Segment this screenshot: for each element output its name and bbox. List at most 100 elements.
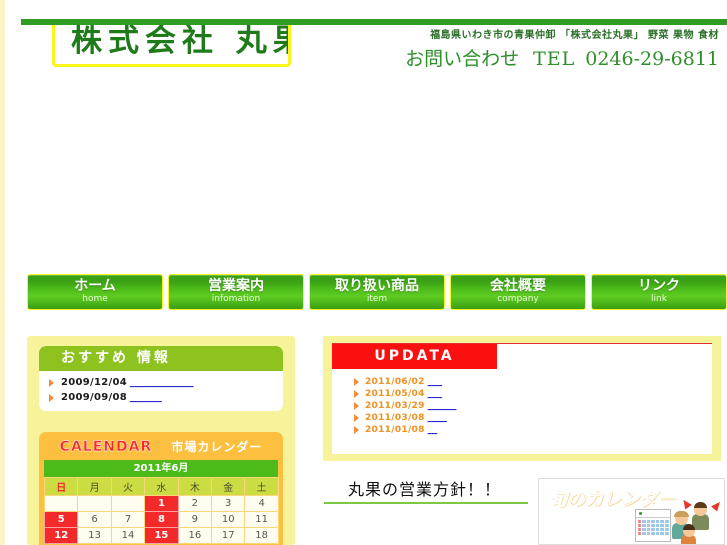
nav-item-item-label-ja: 取り扱い商品 bbox=[335, 278, 419, 294]
contact-label: お問い合わせ bbox=[405, 48, 520, 70]
updata-link[interactable]: ______ bbox=[428, 401, 457, 411]
updata-link[interactable]: ____ bbox=[428, 413, 447, 423]
triangle-bullet-icon bbox=[354, 378, 359, 386]
nav-item-link-label-en: link bbox=[651, 294, 667, 304]
list-item[interactable]: 2011/03/08 ____ bbox=[332, 412, 712, 424]
calendar-weekday-wed: 水 bbox=[144, 477, 179, 496]
nav-item-link-label-ja: リンク bbox=[638, 278, 680, 294]
updata-list: 2011/06/02 ___ 2011/05/04 ___ 2011/03/29… bbox=[332, 376, 712, 436]
nav-item-home-label-en: home bbox=[82, 294, 108, 304]
header-contact-row: お問い合わせ TEL 0246-29-6811 bbox=[405, 44, 719, 71]
nav-item-item[interactable]: 取り扱い商品 item bbox=[309, 274, 445, 310]
calendar-weekday-sun: 日 bbox=[43, 477, 79, 496]
nav-item-company-label-en: company bbox=[497, 294, 539, 304]
updata-date: 2011/03/29 bbox=[365, 401, 425, 411]
list-item[interactable]: 2009/09/08 ______ bbox=[39, 390, 283, 405]
calendar-day-cell: 8 bbox=[144, 511, 179, 528]
triangle-bullet-icon bbox=[354, 390, 359, 398]
list-item[interactable]: 2011/06/02 ___ bbox=[332, 376, 712, 388]
recommended-info-title: おすすめ 情報 bbox=[39, 346, 283, 371]
left-sidebar: おすすめ 情報 2009/12/04 ____________ 2009/09/… bbox=[27, 336, 295, 545]
nav-item-company[interactable]: 会社概要 company bbox=[450, 274, 586, 310]
seasonal-calendar-title: 旬のカレンダー bbox=[549, 489, 676, 511]
calendar-day-cell: 2 bbox=[177, 495, 213, 512]
list-item[interactable]: 2009/12/04 ____________ bbox=[39, 375, 283, 390]
nav-item-home[interactable]: ホーム home bbox=[27, 274, 163, 310]
calendar-day-cell: 3 bbox=[211, 495, 246, 512]
calendar-table: 日 月 火 水 木 金 土 1 2 3 4 5 6 7 8 9 10 11 12… bbox=[43, 477, 279, 544]
calendar-day-cell bbox=[43, 495, 79, 512]
site-logo-text: 株式会社 丸果 bbox=[71, 25, 291, 59]
mini-calendar-icon bbox=[635, 509, 671, 542]
news-date: 2009/09/08 bbox=[61, 392, 127, 403]
calendar-day-cell: 12 bbox=[43, 527, 79, 544]
tel-number: 0246-29-6811 bbox=[585, 48, 719, 70]
site-logo[interactable]: 株式会社 丸果 bbox=[52, 25, 291, 67]
calendar-title-ja: 市場カレンダー bbox=[171, 440, 263, 454]
updata-link[interactable]: __ bbox=[428, 425, 438, 435]
calendar-day-cell: 9 bbox=[177, 511, 213, 528]
calendar-day-cell: 16 bbox=[177, 527, 213, 544]
policy-title: 丸果の営業方針！！ bbox=[348, 480, 502, 499]
calendar-day-cell: 15 bbox=[144, 527, 179, 544]
updata-date: 2011/05/04 bbox=[365, 389, 425, 399]
tel-word: TEL bbox=[533, 48, 576, 70]
calendar-day-cell: 17 bbox=[211, 527, 246, 544]
calendar-day-cell: 7 bbox=[110, 511, 146, 528]
triangle-bullet-icon bbox=[354, 414, 359, 422]
triangle-bullet-icon bbox=[354, 402, 359, 410]
market-calendar-panel: CALENDAR 市場カレンダー 2011年6月 日 月 火 水 木 金 土 1… bbox=[39, 432, 283, 545]
calendar-day-cell: 1 bbox=[144, 495, 179, 512]
news-link[interactable]: ______ bbox=[130, 392, 162, 403]
updata-link[interactable]: ___ bbox=[428, 389, 442, 399]
calendar-week-row: 5 6 7 8 9 10 11 bbox=[43, 511, 279, 528]
triangle-bullet-icon bbox=[49, 378, 54, 387]
nav-item-company-label-ja: 会社概要 bbox=[490, 278, 546, 294]
seasonal-calendar-banner[interactable]: 旬のカレンダー bbox=[538, 478, 725, 545]
news-date: 2009/12/04 bbox=[61, 377, 127, 388]
calendar-month-label: 2011年6月 bbox=[44, 460, 278, 477]
calendar-week-row: 1 2 3 4 bbox=[43, 495, 279, 512]
calendar-day-cell: 4 bbox=[244, 495, 279, 512]
recommended-info-panel: おすすめ 情報 2009/12/04 ____________ 2009/09/… bbox=[39, 346, 283, 411]
updata-banner-title: UPDATA bbox=[332, 344, 497, 369]
nav-item-home-label-ja: ホーム bbox=[74, 278, 116, 294]
calendar-day-cell: 14 bbox=[110, 527, 146, 544]
calendar-weekday-fri: 金 bbox=[211, 477, 246, 496]
calendar-weekday-header: 日 月 火 水 木 金 土 bbox=[43, 477, 279, 496]
page-frame: 株式会社 丸果 福島県いわき市の青果仲卸 「株式会社丸果」 野菜 果物 食材 お… bbox=[0, 0, 727, 545]
triangle-bullet-icon bbox=[49, 393, 54, 402]
calendar-day-cell: 11 bbox=[244, 511, 279, 528]
calendar-day-cell bbox=[77, 495, 112, 512]
main-content: UPDATA 2011/06/02 ___ 2011/05/04 ___ 201… bbox=[323, 336, 727, 545]
updata-date: 2011/01/08 bbox=[365, 425, 425, 435]
updata-date: 2011/06/02 bbox=[365, 377, 425, 387]
news-link[interactable]: ____________ bbox=[130, 377, 194, 388]
list-item[interactable]: 2011/03/29 ______ bbox=[332, 400, 712, 412]
header-tagline: 福島県いわき市の青果仲卸 「株式会社丸果」 野菜 果物 食材 bbox=[430, 30, 719, 41]
triangle-bullet-icon bbox=[354, 426, 359, 434]
calendar-day-cell: 18 bbox=[244, 527, 279, 544]
nav-item-link[interactable]: リンク link bbox=[591, 274, 727, 310]
calendar-day-cell bbox=[110, 495, 146, 512]
calendar-day-cell: 5 bbox=[43, 511, 79, 528]
list-item[interactable]: 2011/01/08 __ bbox=[332, 424, 712, 436]
list-item[interactable]: 2011/05/04 ___ bbox=[332, 388, 712, 400]
calendar-week-row: 12 13 14 15 16 17 18 bbox=[43, 527, 279, 544]
calendar-day-cell: 6 bbox=[77, 511, 112, 528]
calendar-weekday-tue: 火 bbox=[110, 477, 146, 496]
nav-item-information[interactable]: 営業案内 infomation bbox=[168, 274, 304, 310]
recommended-info-list: 2009/12/04 ____________ 2009/09/08 _____… bbox=[39, 371, 283, 411]
sparkle-icon bbox=[711, 499, 723, 512]
updata-link[interactable]: ___ bbox=[428, 377, 442, 387]
calendar-title-row: CALENDAR 市場カレンダー bbox=[39, 432, 283, 460]
nav-item-information-label-en: infomation bbox=[211, 294, 261, 304]
calendar-weekday-thu: 木 bbox=[177, 477, 213, 496]
policy-heading-block: 丸果の営業方針！！ bbox=[324, 476, 530, 504]
main-navigation: ホーム home 営業案内 infomation 取り扱い商品 item 会社概… bbox=[27, 274, 727, 310]
site-header: 株式会社 丸果 福島県いわき市の青果仲卸 「株式会社丸果」 野菜 果物 食材 お… bbox=[5, 0, 727, 268]
calendar-weekday-mon: 月 bbox=[77, 477, 112, 496]
header-contact-block: 福島県いわき市の青果仲卸 「株式会社丸果」 野菜 果物 食材 お問い合わせ TEL… bbox=[405, 26, 719, 71]
calendar-day-cell: 10 bbox=[211, 511, 246, 528]
updata-inner: UPDATA 2011/06/02 ___ 2011/05/04 ___ 201… bbox=[332, 343, 712, 454]
